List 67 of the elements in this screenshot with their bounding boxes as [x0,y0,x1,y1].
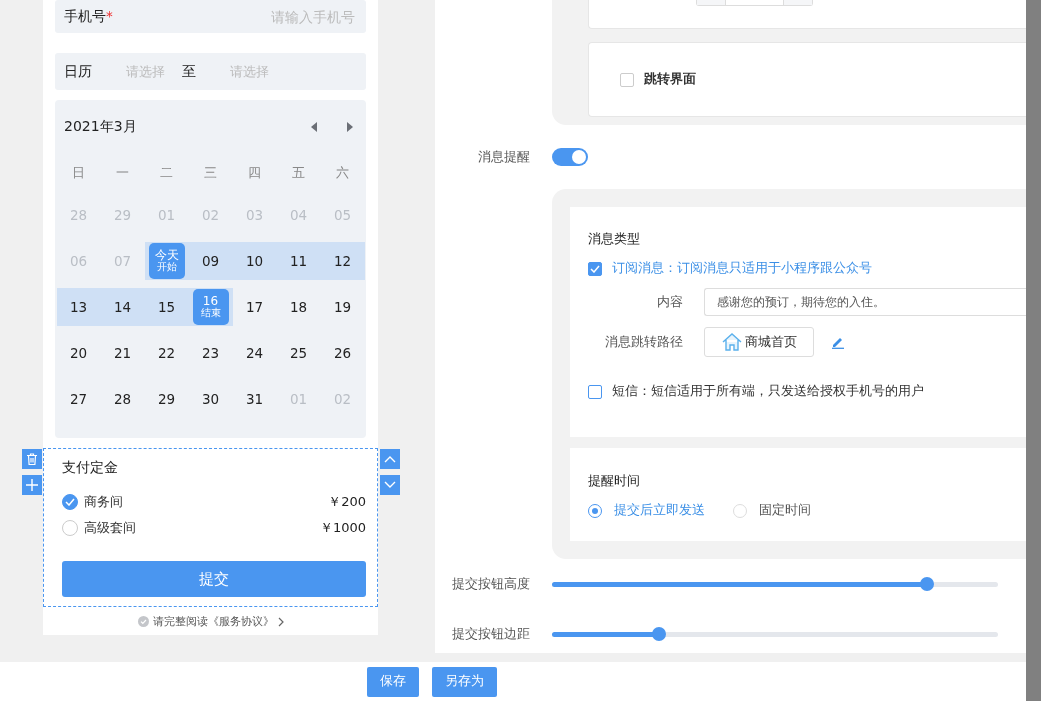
weekday-label: 一 [115,164,130,182]
checkbox-label: 短信：短信适用于所有端，只发送给授权手机号的用户 [612,383,924,400]
setting-label: 提交按钮高度 [451,575,531,593]
agreement-link[interactable]: 请完整阅读《服务协议》 [152,614,274,629]
calendar-day[interactable]: 21 [104,335,141,371]
delete-icon[interactable] [22,449,42,469]
field-label: 消息跳转路径 [604,333,683,351]
calendar-day[interactable]: 19 [324,289,361,325]
radio-label: 提交后立即发送 [614,502,705,519]
checkbox[interactable] [588,384,602,399]
add-icon[interactable] [22,475,42,495]
slider-handle[interactable] [652,626,667,641]
weekday-label: 五 [291,164,306,182]
home-icon [721,331,743,353]
calendar-day[interactable]: 17 [236,289,273,325]
field-label: 内容 [656,293,683,311]
checkbox-label: 跳转界面 [644,71,696,88]
weekday-label: 日 [71,164,86,182]
move-down-icon[interactable] [380,475,400,495]
phone-field[interactable]: 手机号* 请输入手机号 [55,0,366,33]
option-label: 高级套间 [84,519,137,537]
check-circle-icon [137,616,149,627]
checkbox-label: 订阅消息：订阅消息只适用于小程序跟公众号 [612,260,872,277]
calendar-day[interactable]: 29 [148,381,185,417]
slider-handle[interactable] [919,576,934,591]
page-link-button[interactable]: 商城首页 [704,327,814,357]
weekday-label: 二 [159,164,174,182]
edit-icon[interactable] [831,335,845,349]
content-input-field[interactable]: 感谢您的预订，期待您的入住。 [704,288,1026,316]
field-label: 日历 [64,62,92,81]
calendar-day[interactable]: 31 [236,381,273,417]
section-title: 消息类型 [588,231,641,248]
scrollbar[interactable] [1026,0,1041,701]
calendar-day[interactable]: 28 [104,381,141,417]
setting-label: 消息提醒 [477,148,531,166]
toggle-switch[interactable] [552,148,588,166]
check-icon [65,498,75,506]
section-title: 提醒时间 [588,473,641,490]
calendar-day[interactable]: 23 [192,335,229,371]
calendar-day[interactable]: 20 [60,335,97,371]
weekday-label: 六 [335,164,350,182]
next-month-icon[interactable] [346,122,354,132]
calendar-day[interactable]: 27 [60,381,97,417]
calendar-day[interactable]: 26 [324,335,361,371]
calendar-day[interactable]: 30 [192,381,229,417]
previous-month-icon[interactable] [310,122,318,132]
option-label: 商务间 [84,493,124,511]
section-title: 支付定金 [62,458,119,477]
setting-label: 提交按钮边距 [451,625,531,643]
checkbox[interactable] [588,261,602,276]
phone-input-field[interactable]: 请输入手机号 [112,7,357,26]
weekday-label: 四 [247,164,262,182]
field-label: 手机号* [64,7,113,26]
range-separator: 至 [182,62,196,81]
radio-label: 固定时间 [759,502,811,519]
calendar-day[interactable]: 25 [280,335,317,371]
month-title: 2021年3月 [64,118,137,136]
weekday-label: 三 [203,164,218,182]
calendar-day[interactable]: 24 [236,335,273,371]
option-price: ￥200 [328,493,366,511]
calendar-day[interactable]: 18 [280,289,317,325]
checkbox[interactable] [620,72,634,87]
option-price: ￥1000 [319,519,366,537]
chevron-right-icon [277,616,284,627]
move-up-icon[interactable] [380,449,400,469]
radio-button[interactable] [62,494,78,510]
calendar-day[interactable]: 22 [148,335,185,371]
